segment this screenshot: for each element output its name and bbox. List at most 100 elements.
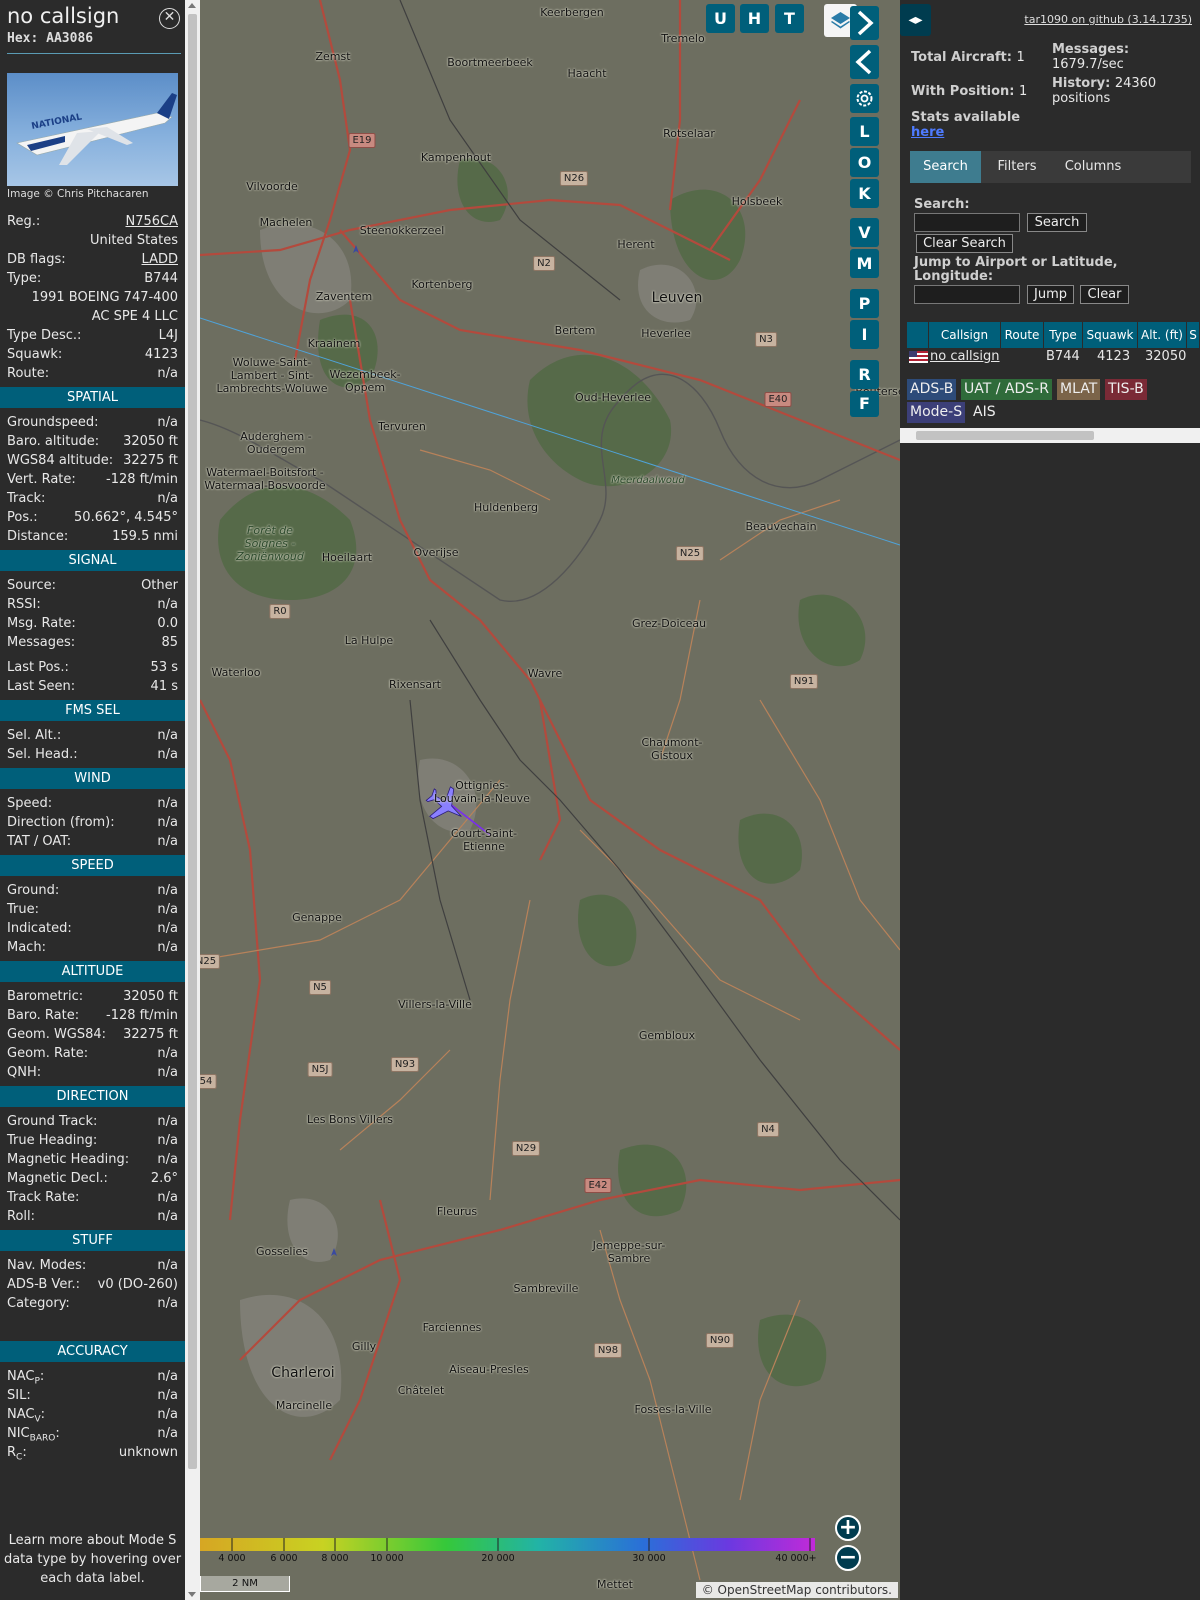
expand-horizontal-icon[interactable]: ◂▸ bbox=[900, 4, 931, 36]
button-o[interactable]: O bbox=[850, 148, 879, 177]
clear-button[interactable]: Clear bbox=[1080, 285, 1129, 304]
info-row-label[interactable]: Magnetic Decl.: bbox=[7, 1171, 108, 1186]
table-horizontal-scrollbar[interactable] bbox=[900, 428, 1200, 443]
info-row-label[interactable]: Track Rate: bbox=[7, 1190, 79, 1205]
jump-button[interactable]: Jump bbox=[1027, 285, 1074, 304]
button-i[interactable]: I bbox=[850, 320, 879, 349]
info-row-label[interactable]: TAT / OAT: bbox=[7, 834, 71, 849]
info-row-label[interactable]: Groundspeed: bbox=[7, 415, 98, 430]
info-row-label[interactable]: Vert. Rate: bbox=[7, 472, 76, 487]
info-row-label[interactable]: WGS84 altitude: bbox=[7, 453, 113, 468]
column-squawk[interactable]: Squawk bbox=[1083, 322, 1138, 348]
info-row-label[interactable]: Source: bbox=[7, 578, 56, 593]
info-row-label[interactable]: Baro. altitude: bbox=[7, 434, 99, 449]
info-row-label[interactable]: Ground: bbox=[7, 883, 59, 898]
info-row-label[interactable]: NACP: bbox=[7, 1369, 44, 1387]
info-row-label[interactable]: Sel. Alt.: bbox=[7, 728, 61, 743]
scroll-down-icon[interactable] bbox=[188, 1592, 196, 1597]
gear-icon[interactable] bbox=[850, 84, 879, 113]
info-row-label[interactable]: Barometric: bbox=[7, 989, 83, 1004]
stats-link[interactable]: here bbox=[911, 125, 1020, 140]
row-callsign[interactable]: no callsign bbox=[930, 347, 1000, 367]
info-row-label[interactable]: RSSI: bbox=[7, 597, 41, 612]
info-row-label[interactable]: NICBARO: bbox=[7, 1426, 60, 1444]
info-row-label[interactable]: DB flags: bbox=[7, 252, 66, 267]
column-callsign[interactable]: Callsign bbox=[929, 322, 1001, 348]
info-row-label[interactable]: Reg.: bbox=[7, 214, 40, 229]
zoom-out-button[interactable]: − bbox=[835, 1545, 861, 1571]
info-row-value[interactable]: LADD bbox=[142, 252, 178, 267]
info-row-label[interactable]: Squawk: bbox=[7, 347, 62, 362]
info-row-label[interactable]: Roll: bbox=[7, 1209, 35, 1224]
column-speed[interactable]: S bbox=[1187, 322, 1200, 348]
version-link[interactable]: tar1090 on github (3.14.1735) bbox=[1024, 13, 1192, 26]
column-flag[interactable] bbox=[907, 322, 929, 348]
button-l[interactable]: L bbox=[850, 117, 879, 146]
info-row-label[interactable]: Indicated: bbox=[7, 921, 72, 936]
badge-uat-adsr[interactable]: UAT / ADS-R bbox=[961, 379, 1052, 400]
info-row-label[interactable]: Track: bbox=[7, 491, 45, 506]
button-k[interactable]: K bbox=[850, 179, 879, 208]
info-row-label[interactable]: SIL: bbox=[7, 1388, 31, 1403]
info-row-label[interactable]: Geom. WGS84: bbox=[7, 1027, 106, 1042]
info-row-label[interactable]: NACV: bbox=[7, 1407, 45, 1425]
aircraft-photo[interactable]: NATIONAL bbox=[7, 73, 178, 186]
badge-adsb[interactable]: ADS-B bbox=[907, 379, 957, 400]
search-button[interactable]: Search bbox=[1027, 213, 1087, 232]
info-row-label[interactable]: Messages: bbox=[7, 635, 75, 650]
info-row-label[interactable]: Baro. Rate: bbox=[7, 1008, 79, 1023]
info-row-label[interactable]: True Heading: bbox=[7, 1133, 97, 1148]
button-v[interactable]: V bbox=[850, 218, 879, 247]
info-row-value[interactable]: N756CA bbox=[125, 214, 178, 229]
zoom-in-button[interactable]: + bbox=[835, 1515, 861, 1541]
button-r[interactable]: R bbox=[850, 360, 879, 389]
info-row-label[interactable]: True: bbox=[7, 902, 39, 917]
info-row-label[interactable]: Nav. Modes: bbox=[7, 1258, 86, 1273]
clear-search-button[interactable]: Clear Search bbox=[916, 234, 1013, 253]
map-attribution[interactable]: © OpenStreetMap contributors. bbox=[695, 1582, 898, 1598]
button-m[interactable]: M bbox=[850, 249, 879, 278]
info-row-label[interactable]: Magnetic Heading: bbox=[7, 1152, 129, 1167]
tab-columns[interactable]: Columns bbox=[1052, 151, 1134, 183]
map-view[interactable]: Keerbergen Tremelo Zemst Boortmeerbeek H… bbox=[200, 0, 900, 1600]
info-row-label[interactable]: Speed: bbox=[7, 796, 52, 811]
badge-modes[interactable]: Mode-S bbox=[907, 402, 966, 423]
search-input[interactable] bbox=[914, 213, 1020, 232]
scrollbar-thumb[interactable] bbox=[916, 431, 1094, 440]
button-u[interactable]: U bbox=[706, 4, 735, 33]
tab-filters[interactable]: Filters bbox=[985, 151, 1049, 183]
info-row-label[interactable]: Type Desc.: bbox=[7, 328, 81, 343]
jump-input[interactable] bbox=[914, 285, 1020, 304]
info-row-label[interactable]: Last Seen: bbox=[7, 679, 75, 694]
button-h[interactable]: H bbox=[740, 4, 769, 33]
button-f[interactable]: F bbox=[850, 391, 879, 417]
info-row-label[interactable]: Category: bbox=[7, 1296, 70, 1311]
info-row-label[interactable]: Sel. Head.: bbox=[7, 747, 78, 762]
chevron-right-icon[interactable] bbox=[850, 6, 879, 40]
button-p[interactable]: P bbox=[850, 289, 879, 318]
badge-tisb[interactable]: TIS-B bbox=[1105, 379, 1147, 400]
info-row-label[interactable]: Last Pos.: bbox=[7, 660, 69, 675]
info-row-label[interactable]: Distance: bbox=[7, 529, 68, 544]
info-row-label[interactable]: Geom. Rate: bbox=[7, 1046, 88, 1061]
column-type[interactable]: Type bbox=[1044, 322, 1083, 348]
info-row-label[interactable]: Pos.: bbox=[7, 510, 38, 525]
info-row-label[interactable]: Mach: bbox=[7, 940, 46, 955]
button-t[interactable]: T bbox=[775, 4, 804, 33]
info-row-label[interactable]: Msg. Rate: bbox=[7, 616, 76, 631]
info-panel-scrollbar[interactable] bbox=[185, 0, 200, 1600]
scrollbar-thumb[interactable] bbox=[188, 14, 197, 1469]
column-route[interactable]: Route bbox=[1001, 322, 1044, 348]
info-row-label[interactable]: Type: bbox=[7, 271, 41, 286]
badge-mlat[interactable]: MLAT bbox=[1057, 379, 1101, 400]
info-row-label[interactable]: RC: bbox=[7, 1445, 27, 1463]
info-row-label[interactable]: Ground Track: bbox=[7, 1114, 97, 1129]
chevron-left-icon[interactable] bbox=[850, 45, 879, 79]
scroll-up-icon[interactable] bbox=[188, 3, 196, 8]
info-row-label[interactable]: Route: bbox=[7, 366, 49, 381]
info-row-label[interactable]: ADS-B Ver.: bbox=[7, 1277, 80, 1292]
info-row-label[interactable]: Direction (from): bbox=[7, 815, 115, 830]
badge-ais[interactable]: AIS bbox=[970, 402, 999, 423]
info-row-label[interactable]: QNH: bbox=[7, 1065, 41, 1080]
tab-search[interactable]: Search bbox=[910, 151, 981, 183]
